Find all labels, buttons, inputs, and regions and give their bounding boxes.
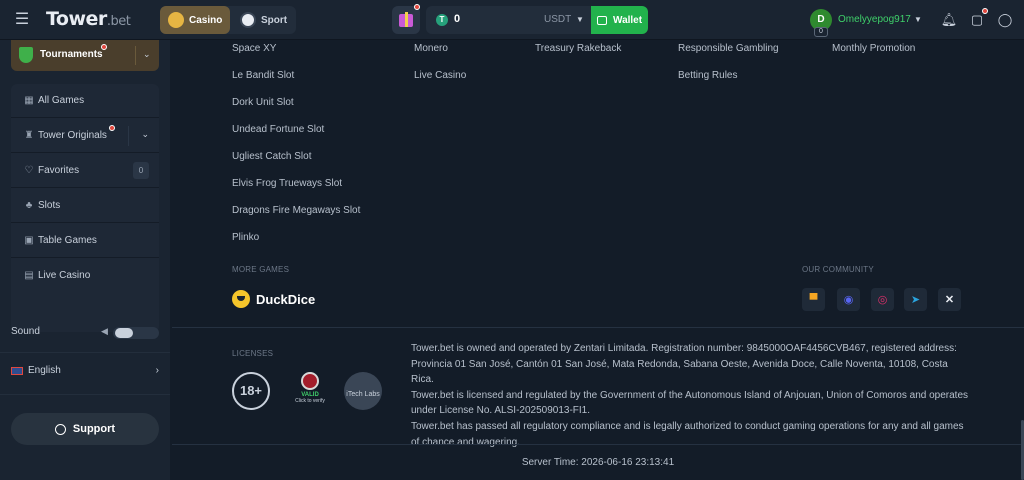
tower-icon: ♜ bbox=[24, 130, 34, 141]
sound-label: Sound bbox=[11, 326, 40, 337]
forum-icon[interactable]: ▀ bbox=[802, 288, 825, 311]
community-label: OUR COMMUNITY bbox=[802, 265, 874, 274]
notification-dot bbox=[414, 4, 420, 10]
balance-currency: USDT bbox=[544, 14, 572, 25]
footer-link[interactable]: Dragons Fire Megaways Slot bbox=[232, 205, 360, 216]
gift-button[interactable] bbox=[392, 4, 420, 34]
duckdice-logo-icon bbox=[232, 290, 250, 308]
support-button[interactable]: Support bbox=[11, 413, 159, 445]
footer-link[interactable]: Ugliest Catch Slot bbox=[232, 151, 311, 162]
sidebar-item-live-casino[interactable]: ▤ Live Casino bbox=[11, 259, 159, 293]
footer-link[interactable]: Le Bandit Slot bbox=[232, 70, 294, 81]
user-level-badge: 0 bbox=[814, 27, 828, 37]
footer-link[interactable]: Undead Fortune Slot bbox=[232, 124, 324, 135]
chat-bubble-icon bbox=[54, 423, 66, 435]
product-tabs: Casino Sport bbox=[160, 6, 296, 34]
grid-icon: ▦ bbox=[24, 95, 34, 106]
cards-icon: ▣ bbox=[24, 235, 34, 246]
sidebar-item-slots[interactable]: ♣ Slots bbox=[11, 189, 159, 223]
footer-link[interactable]: Responsible Gambling bbox=[678, 43, 779, 54]
wallet-button[interactable]: Wallet bbox=[591, 6, 648, 34]
tether-coin-icon: T bbox=[436, 14, 448, 26]
site-logo[interactable]: Tower.bet bbox=[46, 8, 131, 30]
top-bar: ☰ Tower.bet Casino Sport T 0 USDT ▼ Wall… bbox=[0, 0, 1024, 40]
tab-sport[interactable]: Sport bbox=[236, 6, 296, 34]
notification-dot bbox=[982, 8, 988, 14]
duckdice-link[interactable]: DuckDice bbox=[232, 290, 315, 308]
sidebar-item-all-games[interactable]: ▦ All Games bbox=[11, 84, 159, 118]
telegram-icon[interactable]: ➤ bbox=[904, 288, 927, 311]
footer-link[interactable]: Elvis Frog Trueways Slot bbox=[232, 178, 342, 189]
footer-link[interactable]: Plinko bbox=[232, 232, 259, 243]
balance-selector[interactable]: T 0 USDT ▼ bbox=[426, 6, 592, 34]
notification-dot bbox=[101, 44, 107, 50]
instagram-icon[interactable]: ◎ bbox=[871, 288, 894, 311]
footer-link[interactable]: Betting Rules bbox=[678, 70, 737, 81]
language-selector[interactable]: English › bbox=[11, 365, 159, 381]
footer-link[interactable]: Space XY bbox=[232, 43, 276, 54]
live-icon: ▤ bbox=[24, 270, 34, 281]
bell-icon[interactable]: 🔔︎ bbox=[940, 11, 958, 29]
sidebar: Tournaments ⌄ ▦ All Games ♜ Tower Origin… bbox=[0, 40, 170, 480]
sidebar-item-table-games[interactable]: ▣ Table Games bbox=[11, 224, 159, 258]
username[interactable]: Omelyyepog917 bbox=[838, 14, 911, 25]
itech-labs-badge[interactable]: iTech Labs bbox=[344, 372, 382, 410]
footer-link[interactable]: Dork Unit Slot bbox=[232, 97, 294, 108]
footer-link[interactable]: Treasury Rakeback bbox=[535, 43, 621, 54]
chevron-down-icon: ▼ bbox=[576, 15, 584, 24]
uk-flag-icon bbox=[11, 367, 23, 375]
notification-dot bbox=[109, 125, 115, 131]
chevron-down-icon[interactable]: ⌄ bbox=[141, 129, 149, 140]
tournaments-button[interactable]: Tournaments ⌄ bbox=[11, 40, 159, 71]
chat-icon[interactable]: ◯ bbox=[996, 11, 1014, 29]
wallet-icon bbox=[597, 15, 607, 25]
licenses-label: LICENSES bbox=[232, 349, 274, 358]
legal-text: Tower.bet is owned and operated by Zenta… bbox=[411, 343, 969, 448]
sidebar-item-tower-originals[interactable]: ♜ Tower Originals ⌄ bbox=[11, 119, 159, 153]
discord-icon[interactable]: ◉ bbox=[837, 288, 860, 311]
sidebar-item-favorites[interactable]: ♡ Favorites 0 bbox=[11, 154, 159, 188]
tab-casino[interactable]: Casino bbox=[160, 6, 230, 34]
more-games-label: MORE GAMES bbox=[232, 265, 290, 274]
chevron-down-icon[interactable]: ▼ bbox=[914, 15, 922, 24]
tournaments-label: Tournaments bbox=[40, 49, 103, 60]
speaker-icon: ◀ bbox=[101, 326, 108, 336]
sound-toggle[interactable] bbox=[113, 327, 159, 339]
soccer-ball-icon bbox=[240, 12, 256, 28]
chevron-down-icon[interactable]: ⌄ bbox=[143, 49, 151, 60]
license-seal[interactable]: VALID Click to verify bbox=[290, 372, 330, 410]
server-time: Server Time: 2026-06-16 23:13:41 bbox=[521, 457, 675, 468]
casino-icon bbox=[168, 12, 184, 28]
footer-link[interactable]: Live Casino bbox=[414, 70, 466, 81]
balance-amount: 0 bbox=[454, 13, 461, 25]
footer-link[interactable]: Monero bbox=[414, 43, 448, 54]
heart-icon: ♡ bbox=[24, 165, 34, 176]
x-twitter-icon[interactable]: ✕ bbox=[938, 288, 961, 311]
trophy-shield-icon bbox=[19, 47, 33, 63]
seal-icon bbox=[301, 372, 319, 390]
age-restriction-badge: 18+ bbox=[232, 372, 270, 410]
footer: Space XY Le Bandit Slot Dork Unit Slot U… bbox=[172, 40, 1024, 480]
hamburger-menu-icon[interactable]: ☰ bbox=[10, 10, 34, 30]
chevron-right-icon: › bbox=[155, 365, 159, 376]
sidebar-nav: ▦ All Games ♜ Tower Originals ⌄ ♡ Favori… bbox=[11, 84, 159, 332]
favorites-count: 0 bbox=[133, 162, 149, 179]
cherry-icon: ♣ bbox=[25, 200, 33, 211]
footer-link[interactable]: Monthly Promotion bbox=[832, 43, 915, 54]
